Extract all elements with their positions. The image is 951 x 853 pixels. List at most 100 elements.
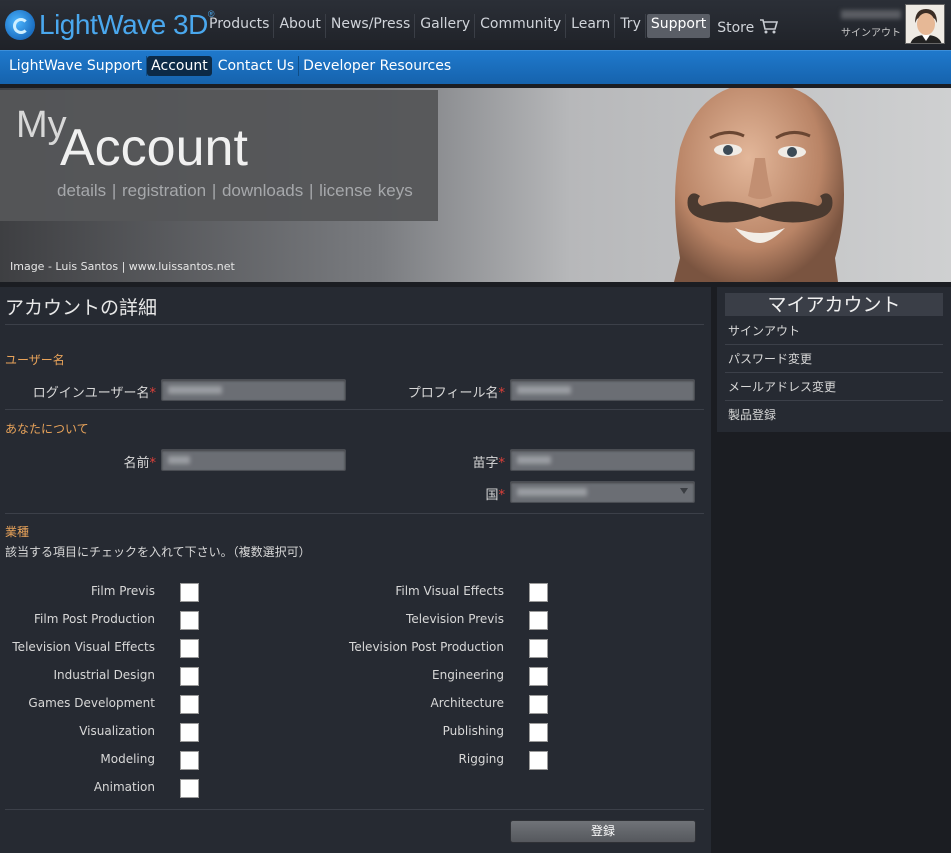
avatar-person-icon	[906, 5, 944, 43]
option-label: Engineering	[432, 668, 504, 682]
checkbox-film-previs[interactable]	[180, 583, 199, 602]
profile-name-field[interactable]	[510, 379, 695, 401]
redacted-value	[168, 456, 190, 464]
divider	[5, 324, 704, 325]
first-name-label-text: 名前	[123, 456, 150, 471]
hero-account: Account	[60, 119, 248, 177]
chevron-down-icon	[680, 488, 688, 494]
divider	[5, 513, 704, 514]
hero-character-image	[674, 88, 844, 282]
hero-title-panel: My Account details | registration | down…	[0, 90, 438, 221]
nav-about[interactable]: About	[275, 14, 326, 38]
nav-support[interactable]: Support	[646, 14, 711, 38]
lightwave-logo-icon	[5, 10, 35, 40]
checkbox-rigging[interactable]	[529, 751, 548, 770]
option-label: Film Post Production	[34, 612, 155, 626]
support-subnav-bar: LightWave Support Account Contact Us Dev…	[0, 50, 951, 84]
lightwave-logo[interactable]: LightWave 3D®	[5, 9, 214, 41]
checkbox-games-development[interactable]	[180, 695, 199, 714]
checkbox-modeling[interactable]	[180, 751, 199, 770]
support-subnav: LightWave Support Account Contact Us Dev…	[0, 51, 951, 81]
country-label: 国*	[360, 484, 505, 503]
required-mark: *	[498, 488, 506, 503]
subnav-contact-us[interactable]: Contact Us	[214, 56, 300, 76]
checkbox-television-visual-effects[interactable]	[180, 639, 199, 658]
option-label: Architecture	[430, 696, 504, 710]
nav-store[interactable]: Store	[713, 14, 782, 38]
required-mark: *	[498, 386, 506, 401]
last-name-label: 苗字*	[360, 452, 505, 471]
option-label: Visualization	[79, 724, 155, 738]
required-mark: *	[498, 456, 506, 471]
checkbox-visualization[interactable]	[180, 723, 199, 742]
nav-news-press[interactable]: News/Press	[327, 14, 416, 38]
country-select[interactable]	[510, 481, 695, 503]
checkbox-television-post-production[interactable]	[529, 639, 548, 658]
checkbox-film-visual-effects[interactable]	[529, 583, 548, 602]
option-label: Modeling	[100, 752, 155, 766]
hero-section-links: details | registration | downloads | lic…	[57, 181, 413, 200]
nav-products[interactable]: Products	[205, 14, 275, 38]
avatar[interactable]	[905, 4, 945, 44]
last-name-label-text: 苗字	[472, 456, 499, 471]
hero-banner: My Account details | registration | down…	[0, 88, 951, 282]
industry-instruction: 該当する項目にチェックを入れて下さい。（複数選択可）	[5, 545, 311, 559]
sidebar-item-change-password[interactable]: パスワード変更	[725, 345, 943, 373]
nav-try[interactable]: Try	[616, 14, 646, 38]
about-you-section-label: あなたについて	[5, 422, 89, 436]
checkbox-animation[interactable]	[180, 779, 199, 798]
nav-learn[interactable]: Learn	[567, 14, 616, 38]
checkbox-publishing[interactable]	[529, 723, 548, 742]
option-label: Publishing	[442, 724, 504, 738]
subnav-lightwave-support[interactable]: LightWave Support	[5, 56, 148, 76]
redacted-value	[517, 456, 551, 464]
logo-wordmark: LightWave 3D®	[39, 9, 214, 40]
user-block: サインアウト	[841, 10, 901, 39]
country-label-text: 国	[485, 488, 499, 503]
nav-community[interactable]: Community	[476, 14, 567, 38]
option-label: Television Post Production	[349, 640, 504, 654]
page-title: アカウントの詳細	[5, 297, 158, 319]
divider	[5, 809, 704, 810]
redacted-value	[168, 386, 222, 394]
account-details-form: アカウントの詳細 ユーザー名 ログインユーザー名* プロフィール名* あなたにつ…	[0, 287, 711, 853]
redacted-value	[517, 488, 587, 496]
checkbox-architecture[interactable]	[529, 695, 548, 714]
my-account-sidebar: マイアカウント サインアウト パスワード変更 メールアドレス変更 製品登録	[717, 287, 951, 432]
checkbox-film-post-production[interactable]	[180, 611, 199, 630]
register-button[interactable]: 登録	[510, 820, 696, 843]
first-name-label: 名前*	[20, 452, 156, 471]
required-mark: *	[149, 456, 157, 471]
option-label: Film Previs	[91, 584, 155, 598]
subnav-account[interactable]: Account	[147, 56, 212, 76]
divider	[5, 409, 704, 410]
sidebar-item-product-registration[interactable]: 製品登録	[725, 401, 943, 429]
option-label: Television Visual Effects	[12, 640, 155, 654]
hero-image-credit: Image - Luis Santos | www.luissantos.net	[10, 260, 235, 273]
signout-link[interactable]: サインアウト	[841, 28, 901, 39]
nav-store-label: Store	[717, 20, 755, 36]
user-name-redacted	[841, 10, 901, 19]
subnav-developer-resources[interactable]: Developer Resources	[299, 56, 455, 76]
option-label: Film Visual Effects	[395, 584, 504, 598]
checkbox-engineering[interactable]	[529, 667, 548, 686]
checkbox-industrial-design[interactable]	[180, 667, 199, 686]
option-label: Rigging	[458, 752, 504, 766]
nav-gallery[interactable]: Gallery	[416, 14, 476, 38]
main-menu: Products About News/Press Gallery Commun…	[205, 14, 784, 38]
sidebar-title: マイアカウント	[725, 293, 943, 316]
checkbox-television-previs[interactable]	[529, 611, 548, 630]
profile-name-label-text: プロフィール名	[407, 386, 499, 401]
shopping-cart-icon	[759, 19, 778, 34]
profile-name-label: プロフィール名*	[360, 382, 505, 401]
first-name-field[interactable]	[161, 449, 346, 471]
last-name-field[interactable]	[510, 449, 695, 471]
industry-section-label: 業種	[5, 525, 30, 539]
login-username-field[interactable]	[161, 379, 346, 401]
sidebar-item-signout[interactable]: サインアウト	[725, 317, 943, 345]
required-mark: *	[149, 386, 157, 401]
option-label: Television Previs	[406, 612, 504, 626]
sidebar-item-change-email[interactable]: メールアドレス変更	[725, 373, 943, 401]
redacted-value	[517, 386, 571, 394]
option-label: Animation	[93, 780, 155, 794]
